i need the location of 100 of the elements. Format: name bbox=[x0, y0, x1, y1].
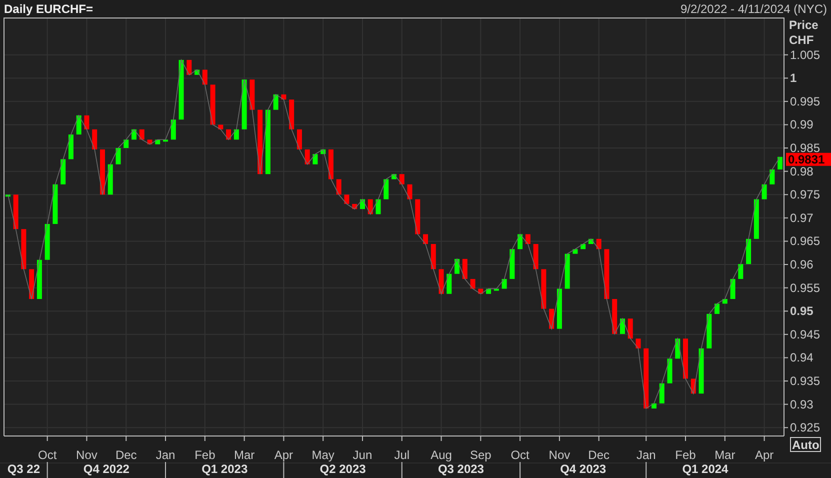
axis-label: Feb bbox=[675, 448, 696, 462]
candle bbox=[518, 234, 523, 250]
axis-label: 0.98 bbox=[790, 164, 814, 178]
candle bbox=[258, 110, 263, 174]
candle bbox=[596, 238, 602, 250]
axis-label: Jul bbox=[394, 448, 410, 462]
candle bbox=[132, 129, 136, 140]
candle bbox=[541, 269, 546, 309]
candle bbox=[289, 100, 294, 130]
candle bbox=[392, 174, 396, 180]
candle bbox=[60, 159, 66, 184]
quarter-label: Q3 22 bbox=[7, 462, 40, 476]
axis-label: Apr bbox=[754, 448, 774, 462]
axis-label: 0.965 bbox=[790, 234, 820, 248]
candle bbox=[194, 70, 200, 75]
candle bbox=[604, 249, 610, 299]
axis-label: 1 bbox=[790, 71, 797, 86]
axis-label: 0.94 bbox=[790, 350, 814, 365]
axis-label: Dec bbox=[588, 448, 610, 462]
auto-button[interactable]: Auto bbox=[790, 437, 821, 452]
candle bbox=[344, 194, 350, 204]
candle bbox=[588, 238, 594, 244]
axis-label: Oct bbox=[38, 448, 57, 462]
quarter-label: Q3 2023 bbox=[438, 462, 484, 476]
candle bbox=[438, 269, 444, 294]
candle bbox=[423, 234, 428, 244]
candle bbox=[336, 179, 342, 195]
axis-label: 0.99 bbox=[790, 118, 814, 132]
candle bbox=[430, 244, 436, 270]
candle bbox=[202, 70, 208, 85]
axis-label: 0.95 bbox=[790, 304, 814, 318]
axis-label: May bbox=[312, 448, 334, 462]
chart-title: Daily EURCHF= bbox=[4, 2, 94, 16]
candle bbox=[706, 314, 712, 348]
axis-label: 0.97 bbox=[790, 210, 814, 225]
candle bbox=[470, 278, 476, 289]
axis-label: 0.925 bbox=[790, 420, 820, 435]
date-range: 9/2/2022 - 4/11/2024 (NYC) bbox=[680, 2, 827, 16]
last-price-badge: 0.9831 bbox=[786, 152, 831, 166]
candle bbox=[738, 264, 744, 279]
candle bbox=[116, 148, 121, 164]
candle bbox=[556, 288, 562, 329]
candle bbox=[667, 358, 672, 384]
candle bbox=[510, 249, 515, 279]
quarter-label: Q4 2022 bbox=[83, 462, 130, 476]
candle bbox=[281, 94, 286, 100]
candle bbox=[533, 244, 538, 270]
candle bbox=[478, 288, 484, 294]
candle bbox=[690, 378, 696, 394]
candle bbox=[778, 156, 783, 170]
candle bbox=[76, 115, 82, 134]
candle bbox=[108, 164, 113, 195]
candle bbox=[273, 94, 278, 110]
candle bbox=[564, 254, 570, 289]
axis-label: 1.005 bbox=[790, 48, 820, 62]
quarter-label: Q1 2024 bbox=[682, 462, 728, 476]
candle bbox=[698, 348, 704, 394]
candle bbox=[502, 278, 507, 289]
candle bbox=[218, 124, 224, 130]
candle bbox=[525, 234, 530, 244]
axis-label: 0.935 bbox=[790, 374, 820, 388]
axis-label: Dec bbox=[115, 448, 137, 462]
candle bbox=[250, 80, 255, 110]
candle bbox=[124, 140, 129, 148]
candle bbox=[407, 184, 412, 200]
candle bbox=[462, 258, 468, 279]
axis-label: Apr bbox=[274, 448, 294, 462]
candle bbox=[762, 184, 767, 200]
candle bbox=[92, 129, 98, 150]
candle bbox=[186, 60, 192, 75]
axis-label: 0.975 bbox=[790, 188, 820, 202]
axis-label: Jan bbox=[156, 448, 176, 462]
axis-label: Nov bbox=[76, 448, 98, 462]
candle bbox=[384, 179, 389, 200]
candle bbox=[84, 115, 90, 130]
axis-label: 0.96 bbox=[790, 258, 814, 272]
candle bbox=[636, 338, 641, 348]
candle bbox=[722, 299, 728, 304]
axis-label: Jun bbox=[352, 448, 372, 462]
axis-label: Feb bbox=[194, 448, 216, 462]
candle bbox=[644, 348, 649, 408]
axis-label: 0.945 bbox=[790, 327, 820, 342]
axis-label: 0.93 bbox=[790, 397, 814, 412]
candle bbox=[620, 318, 625, 334]
candle bbox=[683, 338, 688, 379]
candle bbox=[234, 129, 239, 140]
candle bbox=[304, 149, 310, 164]
candle bbox=[754, 199, 759, 239]
candle bbox=[210, 84, 216, 125]
candle bbox=[170, 120, 176, 140]
candle bbox=[265, 110, 270, 174]
axis-label: Mar bbox=[234, 448, 255, 462]
candle bbox=[328, 149, 334, 180]
candle bbox=[139, 129, 144, 140]
candle bbox=[360, 199, 365, 210]
candle bbox=[399, 174, 404, 184]
candle bbox=[352, 204, 358, 210]
axis-label: Mar bbox=[714, 448, 736, 462]
candle bbox=[155, 140, 160, 144]
axis-label: Sep bbox=[470, 448, 492, 462]
